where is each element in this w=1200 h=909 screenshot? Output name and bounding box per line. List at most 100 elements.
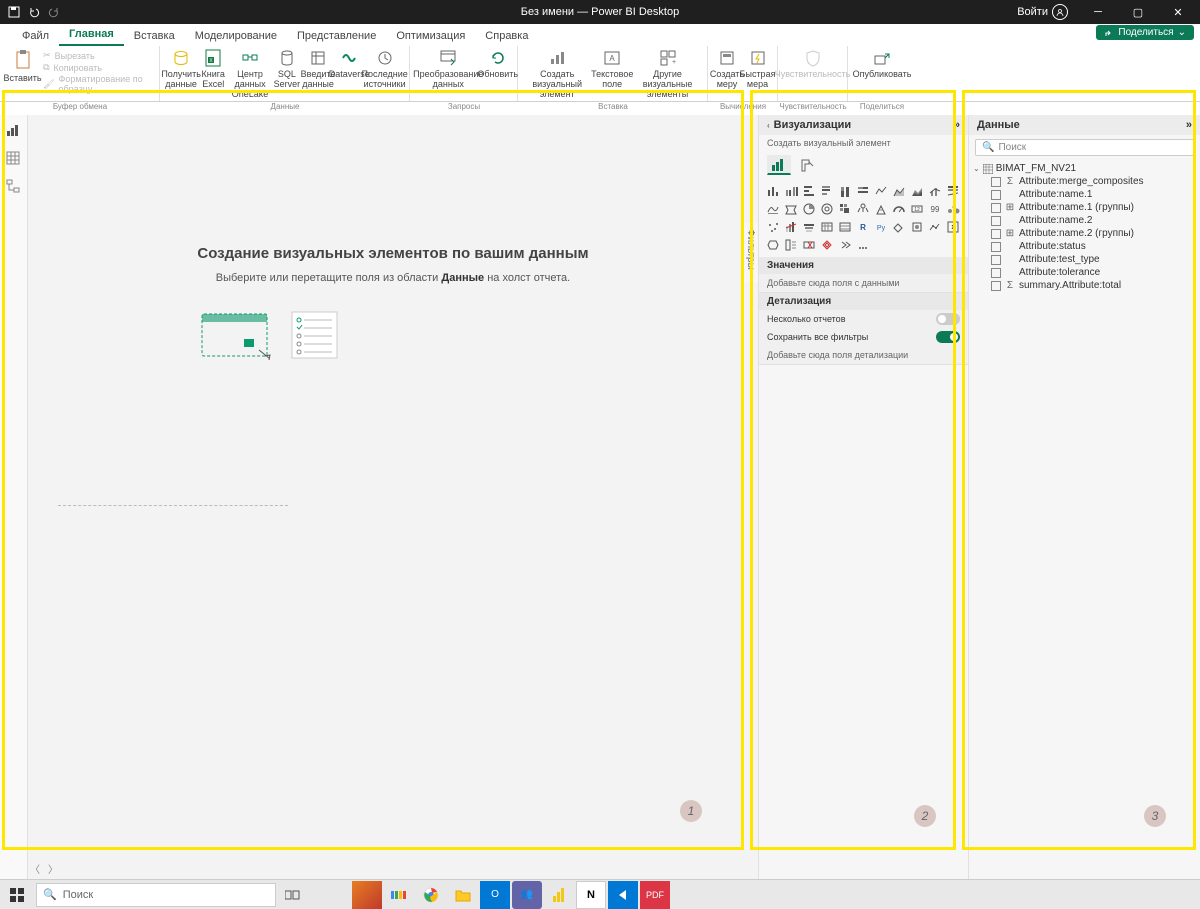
viz-type-27[interactable]: R [855, 219, 871, 235]
viz-type-36[interactable] [819, 237, 835, 253]
dataverse-button[interactable]: Dataverse [334, 48, 364, 80]
quick-measure-button[interactable]: Быстрая мера [742, 48, 773, 90]
viz-type-22[interactable] [765, 219, 781, 235]
viz-type-9[interactable] [927, 183, 943, 199]
signin-button[interactable]: Войти [1009, 4, 1076, 20]
page-tabs[interactable]: 〈 〉 [30, 859, 58, 877]
field-item[interactable]: Attribute:name.2 [973, 214, 1196, 227]
viz-type-38[interactable] [855, 237, 871, 253]
viz-type-31[interactable] [927, 219, 943, 235]
viz-type-32[interactable]: Σ [945, 219, 961, 235]
field-checkbox[interactable] [991, 229, 1001, 239]
field-checkbox[interactable] [991, 216, 1001, 226]
new-measure-button[interactable]: Создать меру [712, 48, 742, 90]
viz-type-33[interactable] [765, 237, 781, 253]
share-button[interactable]: Поделиться ⌄ [1096, 25, 1194, 40]
keep-filters-toggle[interactable] [936, 331, 960, 343]
minimize-button[interactable]: ─ [1080, 0, 1116, 24]
pdf-icon[interactable]: PDF [640, 881, 670, 909]
redo-icon[interactable] [48, 6, 60, 18]
viz-type-14[interactable] [819, 201, 835, 217]
viz-type-10[interactable] [945, 183, 961, 199]
paste-button[interactable]: Вставить [4, 48, 41, 84]
viz-type-23[interactable] [783, 219, 799, 235]
teams-icon[interactable]: 👥 [512, 881, 542, 909]
recent-button[interactable]: Последние источники [364, 48, 405, 90]
table-view-icon[interactable] [6, 151, 22, 167]
chrome-icon[interactable] [416, 881, 446, 909]
tab-optimize[interactable]: Оптимизация [386, 26, 475, 46]
more-visuals-button[interactable]: +Другие визуальные элементы [632, 48, 703, 100]
field-checkbox[interactable] [991, 281, 1001, 291]
field-item[interactable]: Σsummary.Attribute:total [973, 279, 1196, 292]
viz-type-25[interactable] [819, 219, 835, 235]
sensitivity-button[interactable]: Чувствительность [782, 48, 843, 80]
task-view-icon[interactable] [278, 881, 308, 909]
tab-modeling[interactable]: Моделирование [185, 26, 287, 46]
field-item[interactable]: ⊞Attribute:name.1 (группы) [973, 201, 1196, 214]
table-node[interactable]: ⌄ BIMAT_FM_NV21 [973, 162, 1196, 175]
model-view-icon[interactable] [6, 179, 22, 195]
publish-button[interactable]: Опубликовать [852, 48, 912, 80]
viz-type-2[interactable] [801, 183, 817, 199]
field-item[interactable]: ⊞Attribute:name.2 (группы) [973, 227, 1196, 240]
report-view-icon[interactable] [6, 123, 22, 139]
tab-help[interactable]: Справка [475, 26, 538, 46]
field-checkbox[interactable] [991, 190, 1001, 200]
viz-type-6[interactable] [873, 183, 889, 199]
maximize-button[interactable]: ▢ [1120, 0, 1156, 24]
textbox-button[interactable]: AТекстовое поле [592, 48, 632, 90]
viz-type-21[interactable] [945, 201, 961, 217]
app-icon-2[interactable] [384, 881, 414, 909]
viz-type-4[interactable] [837, 183, 853, 199]
start-button[interactable] [2, 881, 32, 909]
field-item[interactable]: Attribute:status [973, 240, 1196, 253]
onelake-button[interactable]: Центр данных OneLake [228, 48, 272, 100]
field-item[interactable]: Attribute:name.1 [973, 188, 1196, 201]
drill-dropzone[interactable]: Добавьте сюда поля детализации [759, 346, 968, 365]
cut-button[interactable]: ✂Вырезать [41, 50, 155, 61]
viz-type-13[interactable] [801, 201, 817, 217]
save-icon[interactable] [8, 6, 20, 18]
field-checkbox[interactable] [991, 255, 1001, 265]
refresh-button[interactable]: Обновить [482, 48, 513, 80]
field-checkbox[interactable] [991, 177, 1001, 187]
app-icon-1[interactable] [352, 881, 382, 909]
viz-type-7[interactable] [891, 183, 907, 199]
viz-type-17[interactable] [873, 201, 889, 217]
tab-home[interactable]: Главная [59, 24, 124, 46]
viz-type-35[interactable] [801, 237, 817, 253]
viz-type-1[interactable] [783, 183, 799, 199]
sql-button[interactable]: SQL Server [272, 48, 302, 90]
copy-button[interactable]: ⧉Копировать [41, 62, 155, 73]
field-item[interactable]: Attribute:test_type [973, 253, 1196, 266]
viz-type-34[interactable] [783, 237, 799, 253]
viz-type-37[interactable] [837, 237, 853, 253]
tab-insert[interactable]: Вставка [124, 26, 185, 46]
powerbi-icon[interactable] [544, 881, 574, 909]
taskbar-search[interactable]: 🔍Поиск [36, 883, 276, 907]
viz-type-26[interactable] [837, 219, 853, 235]
prev-page-icon[interactable]: 〈 [30, 861, 40, 876]
notion-icon[interactable]: N [576, 881, 606, 909]
viz-type-18[interactable] [891, 201, 907, 217]
viz-type-8[interactable] [909, 183, 925, 199]
transform-button[interactable]: Преобразование данных [414, 48, 482, 90]
field-checkbox[interactable] [991, 268, 1001, 278]
viz-type-28[interactable]: Py [873, 219, 889, 235]
next-page-icon[interactable]: 〉 [48, 861, 58, 876]
viz-pane-header[interactable]: ‹Визуализации » [759, 115, 968, 135]
viz-type-12[interactable] [783, 201, 799, 217]
field-checkbox[interactable] [991, 203, 1001, 213]
viz-type-24[interactable] [801, 219, 817, 235]
build-visual-tab[interactable] [767, 155, 791, 175]
expand-icon[interactable]: » [1186, 119, 1192, 131]
filters-pane-collapsed[interactable]: Фильтры [742, 223, 758, 283]
get-data-button[interactable]: Получить данные [164, 48, 198, 90]
data-pane-header[interactable]: Данные » [969, 115, 1200, 135]
close-button[interactable]: ✕ [1160, 0, 1196, 24]
viz-type-3[interactable] [819, 183, 835, 199]
viz-type-30[interactable] [909, 219, 925, 235]
values-dropzone[interactable]: Добавьте сюда поля с данными [759, 274, 968, 293]
format-painter-button[interactable]: 🖌Форматирование по образцу [41, 74, 155, 94]
